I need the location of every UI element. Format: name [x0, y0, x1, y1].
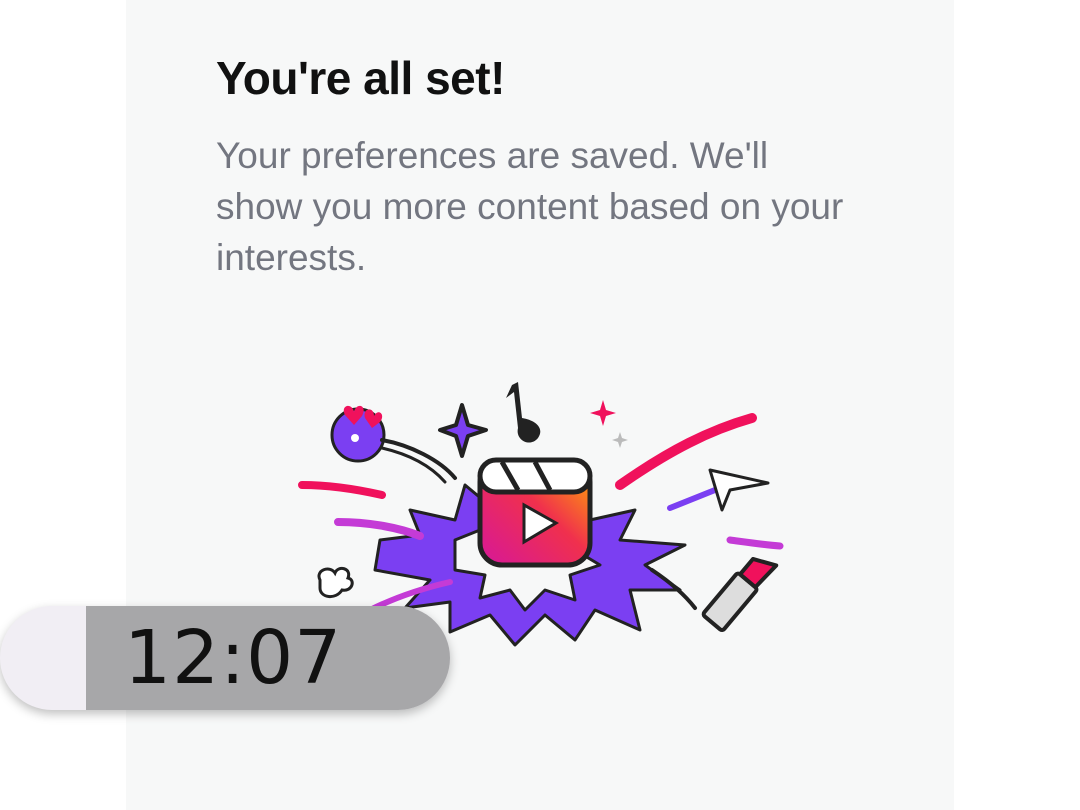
paper-plane-icon	[708, 468, 770, 512]
sparkle-icon	[438, 403, 488, 458]
reels-icon	[477, 457, 593, 568]
page-title: You're all set!	[216, 52, 505, 104]
lipstick-icon	[701, 556, 779, 632]
clock-time: 12:07	[124, 615, 343, 701]
music-note-icon	[506, 382, 541, 443]
heart-eyes-emoji	[330, 405, 457, 484]
confirmation-message: Your preferences are saved. We'll show y…	[216, 135, 844, 278]
